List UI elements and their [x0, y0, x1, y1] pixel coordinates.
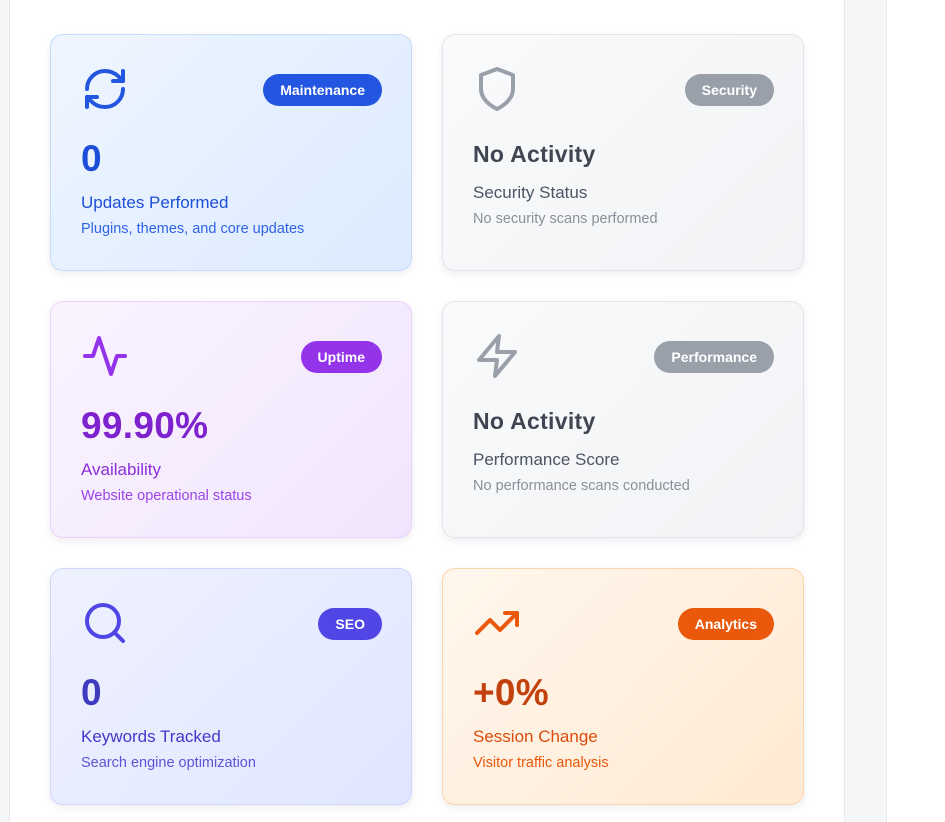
performance-score-label: Performance Score: [473, 450, 620, 469]
uptime-badge: Uptime: [300, 341, 382, 373]
security-status-label: Security Status: [473, 183, 588, 202]
performance-badge: Performance: [654, 341, 774, 373]
updates-description: Plugins, themes, and core updates: [81, 221, 305, 237]
availability-label: Availability: [81, 460, 162, 479]
search-icon: [81, 599, 129, 647]
performance-value: No Activity: [473, 408, 596, 434]
updates-label: Updates Performed: [81, 193, 229, 212]
session-change-label: Session Change: [473, 727, 598, 746]
analytics-card[interactable]: Analytics +0% Session Change Visitor tra…: [442, 568, 804, 805]
session-change-value: +0%: [473, 672, 549, 713]
maintenance-badge: Maintenance: [263, 74, 382, 106]
refresh-icon: [81, 65, 129, 113]
security-badge: Security: [684, 74, 774, 106]
performance-card[interactable]: Performance No Activity Performance Scor…: [442, 301, 804, 538]
performance-description: No performance scans conducted: [473, 478, 690, 494]
security-card[interactable]: Security No Activity Security Status No …: [442, 34, 804, 271]
lightning-icon: [473, 332, 521, 380]
keywords-count: 0: [81, 672, 102, 713]
analytics-description: Visitor traffic analysis: [473, 755, 609, 771]
updates-count: 0: [81, 138, 102, 179]
shield-icon: [473, 65, 521, 113]
maintenance-card[interactable]: Maintenance 0 Updates Performed Plugins,…: [50, 34, 412, 271]
seo-card[interactable]: SEO 0 Keywords Tracked Search engine opt…: [50, 568, 412, 805]
trending-up-icon: [473, 599, 521, 647]
availability-description: Website operational status: [81, 488, 252, 504]
security-status-value: No Activity: [473, 141, 596, 167]
security-description: No security scans performed: [473, 211, 658, 227]
uptime-card[interactable]: Uptime 99.90% Availability Website opera…: [50, 301, 412, 538]
analytics-badge: Analytics: [677, 608, 774, 640]
seo-description: Search engine optimization: [81, 755, 256, 771]
right-sidebar: [886, 0, 945, 822]
availability-value: 99.90%: [81, 405, 209, 446]
keywords-label: Keywords Tracked: [81, 727, 221, 746]
activity-icon: [81, 332, 129, 380]
seo-badge: SEO: [318, 608, 382, 640]
